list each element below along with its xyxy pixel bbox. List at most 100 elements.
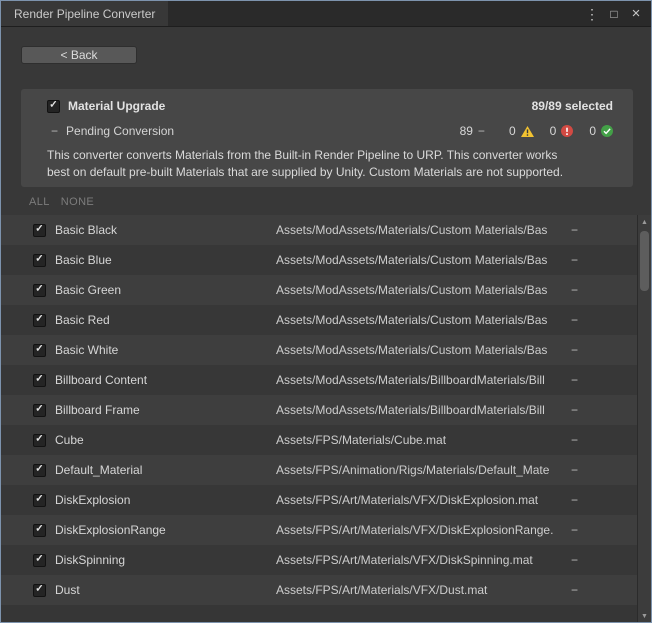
item-path: Assets/ModAssets/Materials/Custom Materi…	[276, 343, 571, 357]
item-name: Default_Material	[55, 463, 276, 477]
pending-count-dash-icon: −	[478, 124, 485, 138]
success-count: 0	[589, 124, 596, 138]
back-button[interactable]: < Back	[21, 46, 137, 64]
item-path: Assets/FPS/Art/Materials/VFX/DiskExplosi…	[276, 493, 571, 507]
list-item[interactable]: ✓ Basic Red Assets/ModAssets/Materials/C…	[1, 305, 639, 335]
item-name: Basic Green	[55, 283, 276, 297]
converter-panel: ✓ Material Upgrade 89/89 selected − Pend…	[21, 89, 633, 187]
scrollbar[interactable]: ▲ ▼	[637, 215, 651, 623]
item-checkbox[interactable]: ✓	[33, 374, 46, 387]
item-name: Basic Blue	[55, 253, 276, 267]
item-path: Assets/ModAssets/Materials/Custom Materi…	[276, 313, 571, 327]
item-checkbox[interactable]: ✓	[33, 464, 46, 477]
pending-dash-icon: −	[51, 124, 58, 138]
checkmark-icon: ✓	[35, 225, 43, 235]
list-item[interactable]: ✓ Cube Assets/FPS/Materials/Cube.mat −	[1, 425, 639, 455]
list-item[interactable]: ✓ Basic Blue Assets/ModAssets/Materials/…	[1, 245, 639, 275]
status-counts: 89 − 0 0 0	[460, 124, 613, 138]
item-path: Assets/FPS/Animation/Rigs/Materials/Defa…	[276, 463, 571, 477]
checkmark-icon: ✓	[35, 465, 43, 475]
selection-controls: ALL NONE	[29, 196, 94, 208]
checkmark-icon: ✓	[35, 555, 43, 565]
maximize-icon[interactable]: □	[607, 8, 621, 20]
item-checkbox[interactable]: ✓	[33, 224, 46, 237]
item-path: Assets/ModAssets/Materials/Custom Materi…	[276, 223, 571, 237]
scroll-down-arrow[interactable]: ▼	[638, 609, 651, 623]
item-path: Assets/FPS/Art/Materials/VFX/DiskExplosi…	[276, 523, 571, 537]
menu-icon[interactable]: ⋮	[585, 7, 599, 21]
item-status-dash: −	[571, 583, 639, 597]
item-name: Basic White	[55, 343, 276, 357]
window-title: Render Pipeline Converter	[14, 7, 155, 21]
item-status-dash: −	[571, 403, 639, 417]
checkmark-icon: ✓	[35, 315, 43, 325]
item-status-dash: −	[571, 253, 639, 267]
item-name: DiskExplosionRange	[55, 523, 276, 537]
item-name: Billboard Frame	[55, 403, 276, 417]
select-all-button[interactable]: ALL	[29, 196, 50, 208]
render-pipeline-converter-window: Render Pipeline Converter ⋮ □ × < Back ✓…	[0, 0, 652, 623]
error-count: 0	[550, 124, 557, 138]
item-status-dash: −	[571, 343, 639, 357]
list-item[interactable]: ✓ Basic Black Assets/ModAssets/Materials…	[1, 215, 639, 245]
item-name: Cube	[55, 433, 276, 447]
pending-conversion-row: − Pending Conversion 89 − 0 0 0	[21, 113, 633, 138]
item-checkbox[interactable]: ✓	[33, 404, 46, 417]
titlebar: Render Pipeline Converter ⋮ □ ×	[1, 1, 651, 27]
list-item[interactable]: ✓ DiskSpinning Assets/FPS/Art/Materials/…	[1, 545, 639, 575]
pending-count: 89	[460, 124, 473, 138]
item-name: DiskSpinning	[55, 553, 276, 567]
item-checkbox[interactable]: ✓	[33, 584, 46, 597]
material-list: ✓ Basic Black Assets/ModAssets/Materials…	[1, 215, 639, 623]
item-checkbox[interactable]: ✓	[33, 494, 46, 507]
item-name: DiskExplosion	[55, 493, 276, 507]
item-path: Assets/FPS/Art/Materials/VFX/DiskSpinnin…	[276, 553, 571, 567]
checkmark-icon: ✓	[35, 255, 43, 265]
list-item[interactable]: ✓ Dust Assets/FPS/Art/Materials/VFX/Dust…	[1, 575, 639, 605]
item-checkbox[interactable]: ✓	[33, 344, 46, 357]
list-item[interactable]: ✓ Billboard Frame Assets/ModAssets/Mater…	[1, 395, 639, 425]
item-path: Assets/FPS/Art/Materials/VFX/Dust.mat	[276, 583, 571, 597]
item-name: Basic Red	[55, 313, 276, 327]
list-item[interactable]: ✓ Basic White Assets/ModAssets/Materials…	[1, 335, 639, 365]
window-content: < Back ✓ Material Upgrade 89/89 selected…	[1, 27, 651, 623]
select-none-button[interactable]: NONE	[61, 196, 94, 208]
checkmark-icon: ✓	[35, 495, 43, 505]
converter-header: ✓ Material Upgrade 89/89 selected	[21, 89, 633, 113]
item-status-dash: −	[571, 523, 639, 537]
selected-count: 89/89 selected	[532, 99, 613, 113]
item-status-dash: −	[571, 313, 639, 327]
item-checkbox[interactable]: ✓	[33, 554, 46, 567]
checkmark-icon: ✓	[35, 435, 43, 445]
item-status-dash: −	[571, 493, 639, 507]
converter-checkbox[interactable]: ✓	[47, 100, 60, 113]
warning-count: 0	[509, 124, 516, 138]
checkmark-icon: ✓	[35, 525, 43, 535]
item-checkbox[interactable]: ✓	[33, 254, 46, 267]
close-icon[interactable]: ×	[629, 6, 643, 21]
item-checkbox[interactable]: ✓	[33, 314, 46, 327]
list-item[interactable]: ✓ Billboard Content Assets/ModAssets/Mat…	[1, 365, 639, 395]
list-item[interactable]: ✓ DiskExplosionRange Assets/FPS/Art/Mate…	[1, 515, 639, 545]
scrollbar-thumb[interactable]	[640, 231, 649, 291]
item-checkbox[interactable]: ✓	[33, 284, 46, 297]
list-item[interactable]: ✓ Basic Green Assets/ModAssets/Materials…	[1, 275, 639, 305]
window-tab[interactable]: Render Pipeline Converter	[1, 1, 168, 26]
pending-label: Pending Conversion	[66, 124, 174, 138]
item-path: Assets/ModAssets/Materials/BillboardMate…	[276, 403, 571, 417]
list-item[interactable]: ✓ DiskExplosion Assets/FPS/Art/Materials…	[1, 485, 639, 515]
item-checkbox[interactable]: ✓	[33, 434, 46, 447]
checkmark-icon: ✓	[35, 405, 43, 415]
checkmark-icon: ✓	[35, 375, 43, 385]
item-status-dash: −	[571, 433, 639, 447]
scroll-up-arrow[interactable]: ▲	[638, 215, 651, 229]
item-status-dash: −	[571, 373, 639, 387]
list-item[interactable]: ✓ Default_Material Assets/FPS/Animation/…	[1, 455, 639, 485]
item-path: Assets/ModAssets/Materials/Custom Materi…	[276, 283, 571, 297]
checkmark-icon: ✓	[49, 101, 57, 111]
item-status-dash: −	[571, 553, 639, 567]
item-checkbox[interactable]: ✓	[33, 524, 46, 537]
item-status-dash: −	[571, 283, 639, 297]
item-name: Billboard Content	[55, 373, 276, 387]
item-status-dash: −	[571, 223, 639, 237]
